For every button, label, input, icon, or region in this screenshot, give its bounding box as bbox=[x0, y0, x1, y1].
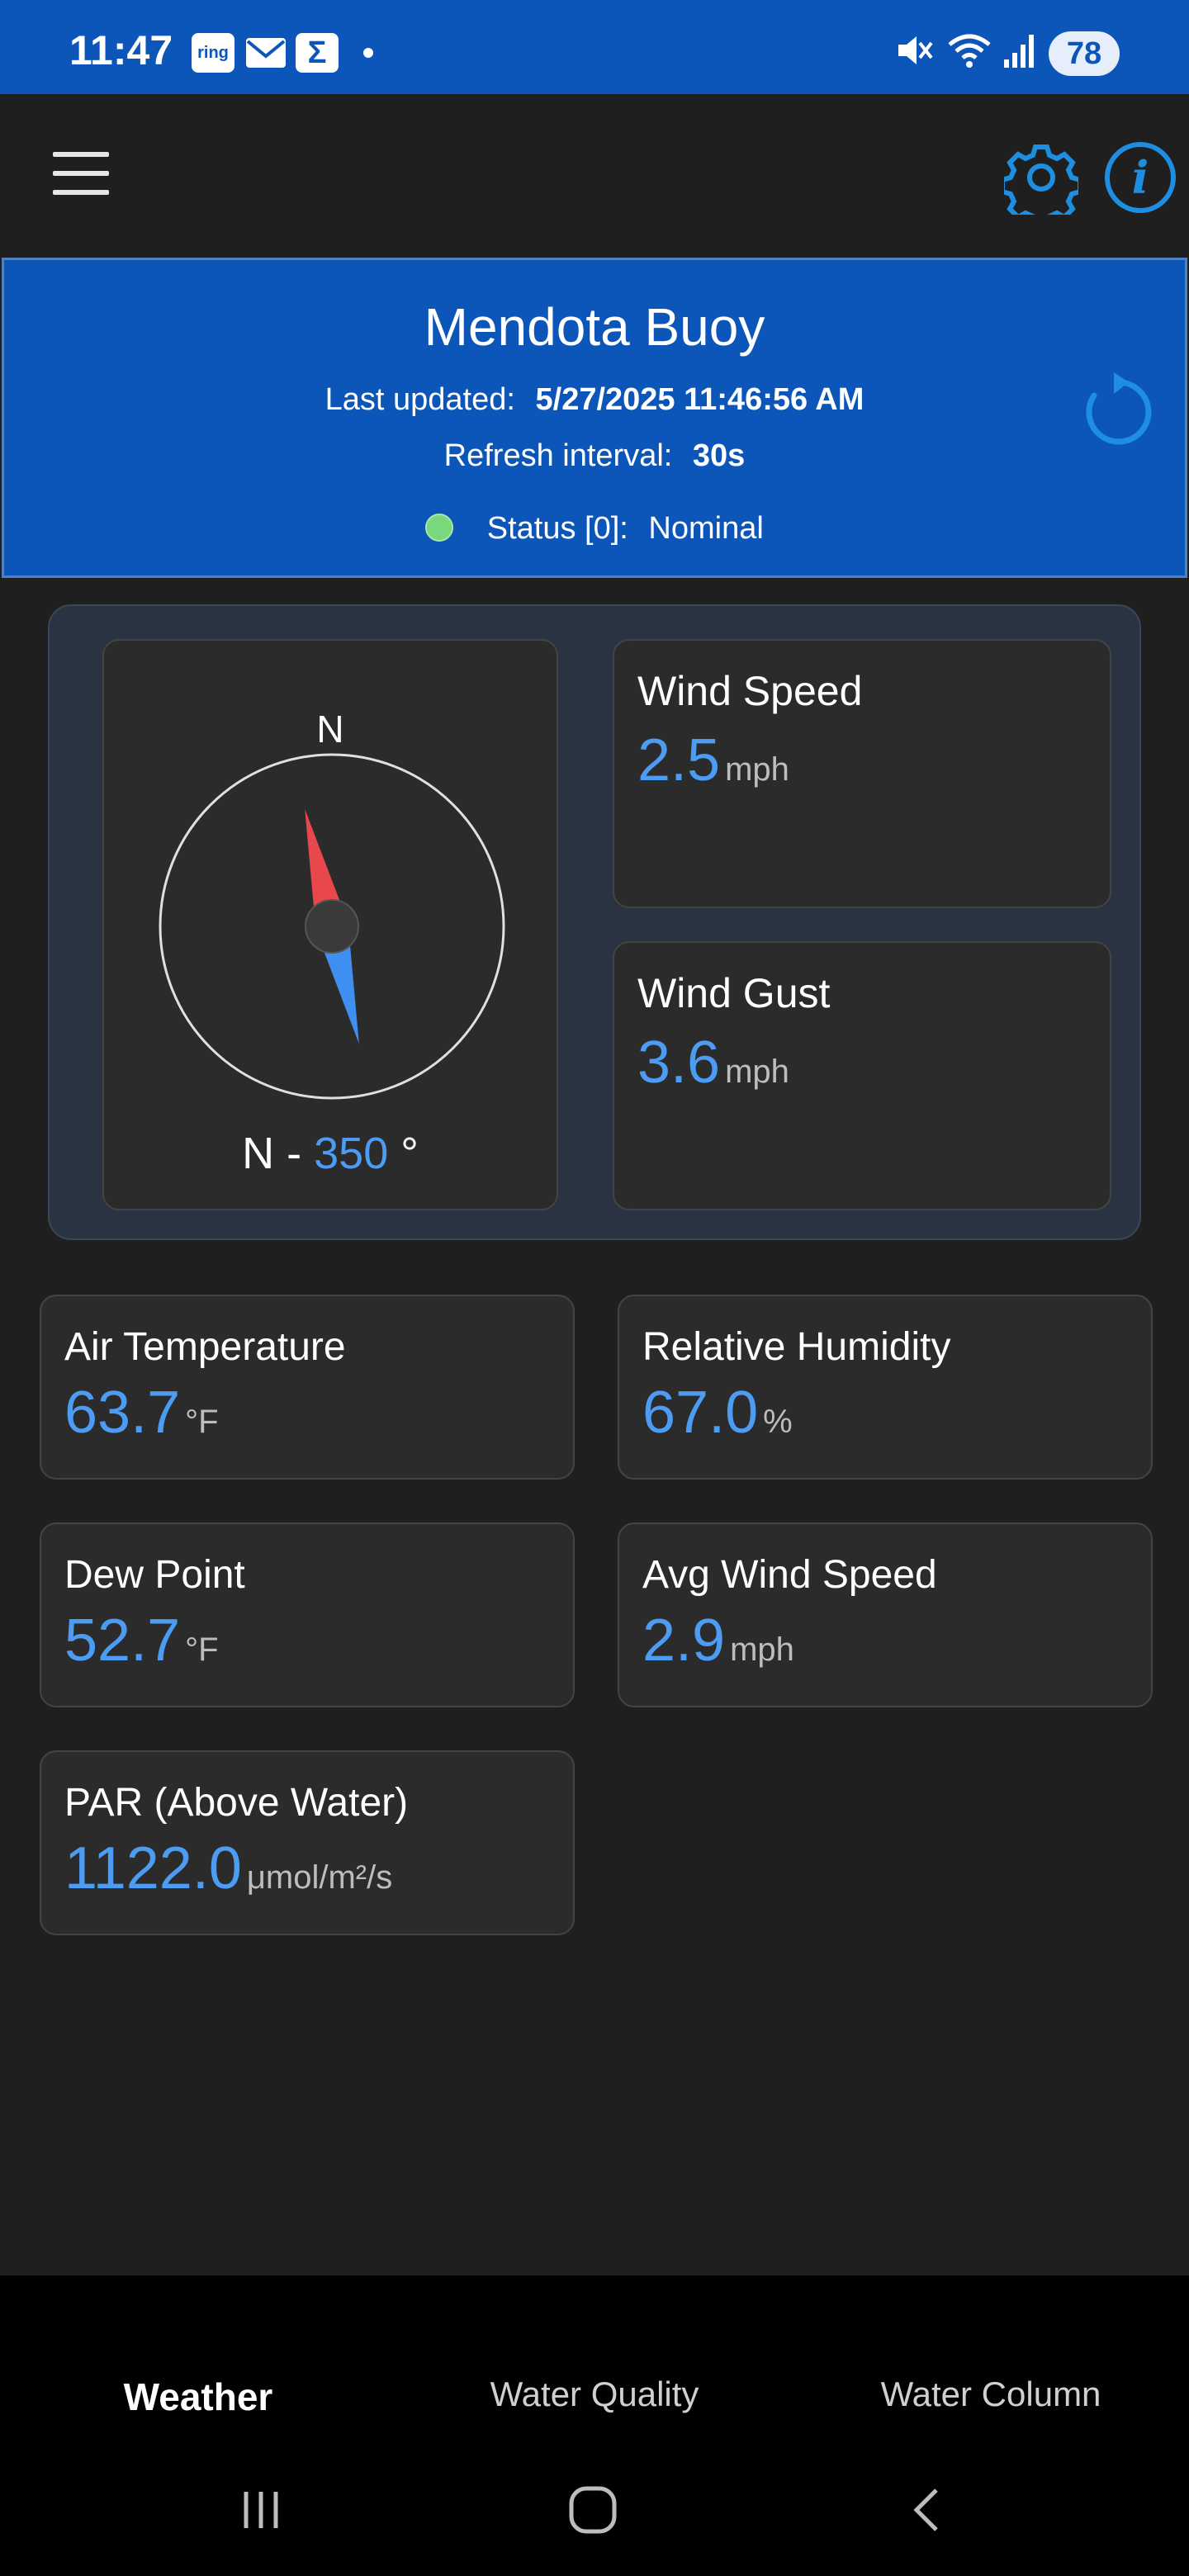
wind-panel: N N - 350 ° Wind Speed 2.5 mph Wind Gust … bbox=[48, 604, 1141, 1240]
gear-icon[interactable] bbox=[1004, 140, 1078, 215]
refresh-interval-label: Refresh interval: bbox=[443, 438, 673, 473]
metric-card-air-temperature: Air Temperature 63.7 °F bbox=[40, 1295, 575, 1480]
tab-weather[interactable]: Weather bbox=[74, 2375, 322, 2419]
metric-unit: % bbox=[763, 1404, 793, 1440]
app-bar: i bbox=[0, 94, 1189, 256]
back-icon[interactable] bbox=[903, 2485, 953, 2535]
metric-value: 67.0 bbox=[642, 1380, 759, 1446]
refresh-interval-value: 30s bbox=[692, 438, 746, 473]
metric-value-group: 67.0% bbox=[642, 1379, 793, 1447]
metric-label: Avg Wind Speed bbox=[642, 1553, 937, 1597]
metric-value: 2.9 bbox=[642, 1608, 726, 1674]
wind-speed-card: Wind Speed 2.5 mph bbox=[613, 639, 1111, 908]
mail-icon bbox=[244, 33, 287, 73]
refresh-interval: Refresh interval: 30s bbox=[4, 438, 1185, 474]
info-icon[interactable]: i bbox=[1103, 140, 1177, 215]
status-bar: 11:47 ring Σ 78 bbox=[0, 0, 1189, 94]
last-updated-label: Last updated: bbox=[324, 382, 515, 417]
metric-label: Relative Humidity bbox=[642, 1325, 951, 1369]
metric-label: PAR (Above Water) bbox=[64, 1781, 409, 1825]
metric-label: Dew Point bbox=[64, 1553, 245, 1597]
degree-symbol: ° bbox=[400, 1129, 419, 1178]
refresh-icon[interactable] bbox=[1078, 371, 1160, 453]
home-icon[interactable] bbox=[566, 2485, 619, 2535]
metric-value-group: 1122.0 μmol/m²/s bbox=[64, 1835, 392, 1902]
metric-card-dew-point: Dew Point 52.7 °F bbox=[40, 1522, 575, 1707]
signal-icon bbox=[1004, 35, 1034, 68]
compass-card: N N - 350 ° bbox=[102, 639, 558, 1210]
svg-text:i: i bbox=[1132, 151, 1149, 204]
wind-gust-value: 3.6 bbox=[637, 1030, 721, 1096]
metric-value: 1122.0 bbox=[64, 1835, 242, 1901]
metric-value: 52.7 bbox=[64, 1608, 181, 1674]
bottom-navigation: Weather Water Quality Water Column bbox=[0, 2275, 1189, 2576]
metric-unit: mph bbox=[730, 1631, 794, 1668]
compass-icon bbox=[159, 753, 505, 1100]
station-banner: Mendota Buoy Last updated: 5/27/2025 11:… bbox=[2, 258, 1187, 578]
wind-gust-unit: mph bbox=[725, 1054, 789, 1090]
metric-unit: °F bbox=[185, 1631, 219, 1668]
mute-icon bbox=[898, 36, 933, 64]
wind-direction-label: N - bbox=[242, 1129, 302, 1178]
wind-speed-unit: mph bbox=[725, 751, 789, 788]
tab-water-column[interactable]: Water Column bbox=[867, 2375, 1115, 2414]
metric-card-par-above-water: PAR (Above Water) 1122.0 μmol/m²/s bbox=[40, 1750, 575, 1935]
wind-gust-label: Wind Gust bbox=[637, 970, 831, 1016]
ring-icon: ring bbox=[192, 33, 234, 73]
tab-water-quality[interactable]: Water Quality bbox=[471, 2375, 718, 2414]
hamburger-menu-icon[interactable] bbox=[53, 152, 109, 195]
wind-gust-value-group: 3.6 mph bbox=[637, 1029, 789, 1096]
metric-value-group: 52.7 °F bbox=[64, 1607, 219, 1674]
station-title: Mendota Buoy bbox=[424, 297, 765, 357]
status-time: 11:47 bbox=[69, 27, 173, 73]
metric-card-avg-wind-speed: Avg Wind Speed 2.9 mph bbox=[618, 1522, 1153, 1707]
status-value: Nominal bbox=[648, 511, 764, 546]
metric-value-group: 2.9 mph bbox=[642, 1607, 794, 1674]
status-indicator-dot bbox=[425, 514, 454, 542]
metric-label: Air Temperature bbox=[64, 1325, 346, 1369]
wifi-icon bbox=[948, 34, 991, 68]
last-updated: Last updated: 5/27/2025 11:46:56 AM bbox=[4, 382, 1185, 418]
metric-value-group: 63.7 °F bbox=[64, 1379, 219, 1447]
metric-unit: μmol/m²/s bbox=[246, 1859, 393, 1896]
recent-apps-icon[interactable] bbox=[236, 2485, 286, 2535]
battery-indicator: 78 bbox=[1049, 31, 1120, 76]
wind-speed-value-group: 2.5 mph bbox=[637, 727, 789, 794]
metric-card-relative-humidity: Relative Humidity 67.0% bbox=[618, 1295, 1153, 1480]
last-updated-value: 5/27/2025 11:46:56 AM bbox=[535, 382, 865, 417]
wind-speed-label: Wind Speed bbox=[637, 668, 863, 714]
metric-value: 63.7 bbox=[64, 1380, 181, 1446]
status-line: Status [0]: Nominal bbox=[4, 511, 1185, 547]
notification-dot bbox=[363, 48, 373, 58]
compass-north-label: N bbox=[316, 708, 344, 751]
metric-unit: °F bbox=[185, 1404, 219, 1440]
wind-direction-reading: N - 350 ° bbox=[104, 1128, 557, 1179]
sigma-icon: Σ bbox=[296, 33, 339, 73]
status-label: Status [0]: bbox=[486, 511, 628, 546]
wind-gust-card: Wind Gust 3.6 mph bbox=[613, 941, 1111, 1210]
wind-direction-degrees: 350 bbox=[314, 1129, 389, 1178]
wind-speed-value: 2.5 bbox=[637, 727, 721, 793]
